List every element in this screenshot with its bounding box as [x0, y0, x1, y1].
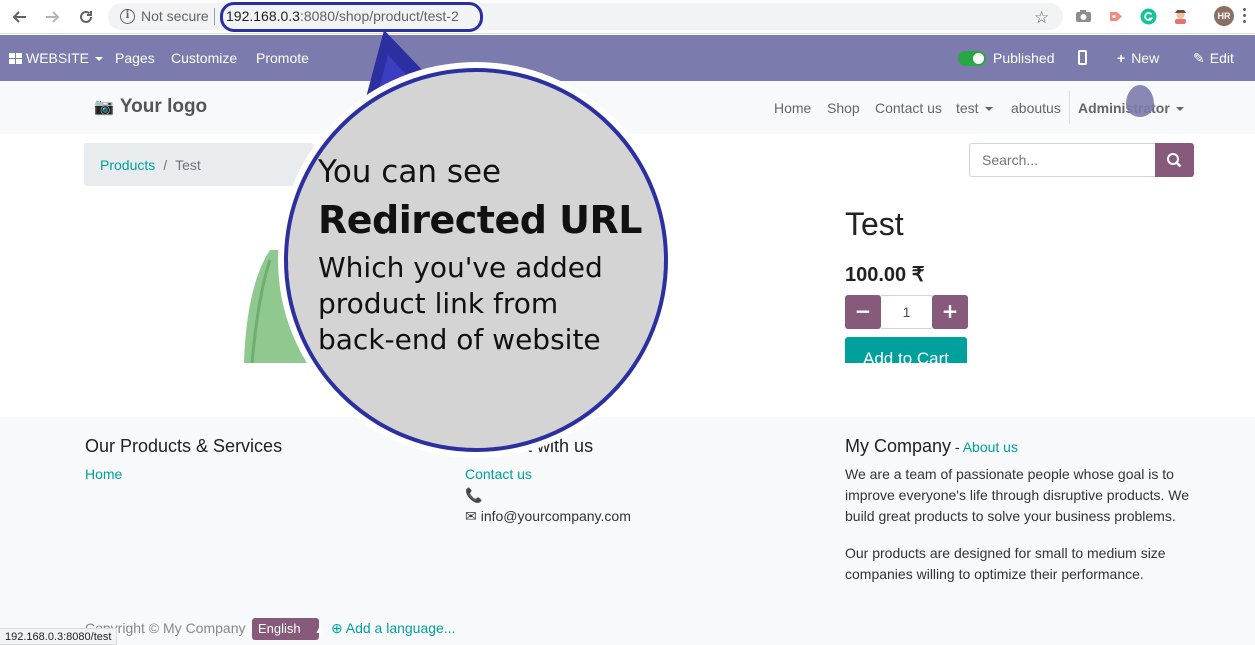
chevron-down-icon: [1175, 107, 1184, 112]
search-icon: [1167, 153, 1182, 168]
published-label[interactable]: Published: [993, 50, 1055, 66]
back-arrow-icon[interactable]: [8, 6, 30, 28]
footer-about-text-2: Our products are designed for small to m…: [845, 545, 1166, 582]
pencil-icon: ✎: [1193, 50, 1205, 66]
footer-contact-link[interactable]: Contact us: [465, 466, 532, 482]
apps-grid-icon[interactable]: [9, 53, 22, 64]
status-bar-url: 192.168.0.3:8080/test: [0, 628, 118, 645]
cursor-drop-marker: [1126, 85, 1154, 117]
mobile-preview-icon[interactable]: [1078, 50, 1087, 65]
divider: [1069, 91, 1070, 124]
add-language-link[interactable]: ⊕ Add a language...: [331, 620, 456, 637]
quantity-decrement-button[interactable]: −: [845, 295, 881, 329]
quantity-input[interactable]: 1: [881, 295, 932, 329]
published-toggle[interactable]: [958, 51, 986, 66]
forward-arrow-icon[interactable]: [42, 6, 64, 28]
profile-avatar[interactable]: HR: [1214, 6, 1234, 26]
callout-line-1: You can see: [318, 154, 502, 190]
browser-menu-icon[interactable]: [1243, 8, 1247, 24]
security-label[interactable]: Not secure: [141, 8, 209, 24]
search-input[interactable]: [969, 143, 1156, 177]
chevron-down-icon: [984, 107, 993, 112]
chevron-down-icon: [95, 57, 104, 62]
info-icon[interactable]: i: [120, 9, 135, 24]
language-selector[interactable]: English ▲: [252, 618, 324, 640]
breadcrumb-products[interactable]: Products: [100, 157, 155, 173]
website-admin-bar: WEBSITE Pages Customize Promote Publishe…: [0, 35, 1255, 81]
browser-toolbar: i Not secure 192.168.0.3:8080/shop/produ…: [0, 0, 1255, 34]
callout-line-3: Which you've added product link from bac…: [318, 251, 603, 356]
edit-button[interactable]: ✎ Edit: [1193, 50, 1234, 67]
pages-menu[interactable]: Pages: [115, 50, 155, 66]
extension-arrow-icon[interactable]: [1108, 8, 1125, 25]
new-button[interactable]: + New: [1117, 50, 1159, 66]
site-header: 📷 Your logo Home Shop Contact us test abo…: [0, 81, 1255, 134]
callout-line-2: Redirected URL: [318, 198, 643, 242]
product-price: 100.00 ₹: [845, 264, 925, 286]
website-menu[interactable]: WEBSITE: [26, 50, 104, 66]
plus-circle-icon: ⊕: [331, 620, 343, 636]
footer-about-text-1: We are a team of passionate people whose…: [845, 466, 1190, 524]
nav-aboutus[interactable]: aboutus: [1011, 100, 1061, 116]
nav-home[interactable]: Home: [774, 100, 811, 116]
footer-company-title: My Company - About us: [845, 436, 1018, 456]
divider: [214, 8, 215, 25]
breadcrumb-current: Test: [175, 157, 201, 173]
nav-test[interactable]: test: [956, 100, 993, 116]
phone-icon: 📞: [465, 487, 483, 503]
chevron-up-icon: ▲: [314, 625, 324, 635]
camera-extension-icon[interactable]: [1075, 8, 1092, 25]
envelope-icon: ✉: [465, 508, 477, 524]
url-highlight-box: [220, 2, 483, 32]
footer-products-title: Our Products & Services: [85, 436, 283, 456]
reload-icon[interactable]: [75, 6, 97, 28]
bookmark-star-icon[interactable]: ☆: [1034, 8, 1049, 28]
customize-menu[interactable]: Customize: [171, 50, 237, 66]
footer-email[interactable]: ✉ info@yourcompany.com: [465, 506, 631, 527]
site-logo[interactable]: 📷 Your logo: [94, 96, 207, 118]
search-button[interactable]: [1155, 143, 1194, 177]
quantity-increment-button[interactable]: +: [932, 295, 968, 329]
grammarly-icon[interactable]: [1140, 8, 1157, 25]
plus-icon: +: [1117, 50, 1126, 66]
footer-home-link[interactable]: Home: [85, 466, 122, 482]
nav-contact-us[interactable]: Contact us: [875, 100, 942, 116]
product-name: Test: [845, 206, 904, 242]
extension-person-icon[interactable]: [1172, 8, 1189, 25]
camera-icon: 📷: [94, 99, 114, 116]
site-footer: Our Products & Services Home Connect wit…: [0, 417, 1255, 645]
breadcrumb: Products / Test: [84, 143, 314, 186]
promote-menu[interactable]: Promote: [256, 50, 309, 66]
add-to-cart-button[interactable]: Add to Cart: [845, 337, 967, 363]
nav-shop[interactable]: Shop: [827, 100, 860, 116]
add-to-cart-wrapper: Add to Cart: [845, 337, 967, 363]
footer-about-link[interactable]: About us: [963, 439, 1018, 455]
